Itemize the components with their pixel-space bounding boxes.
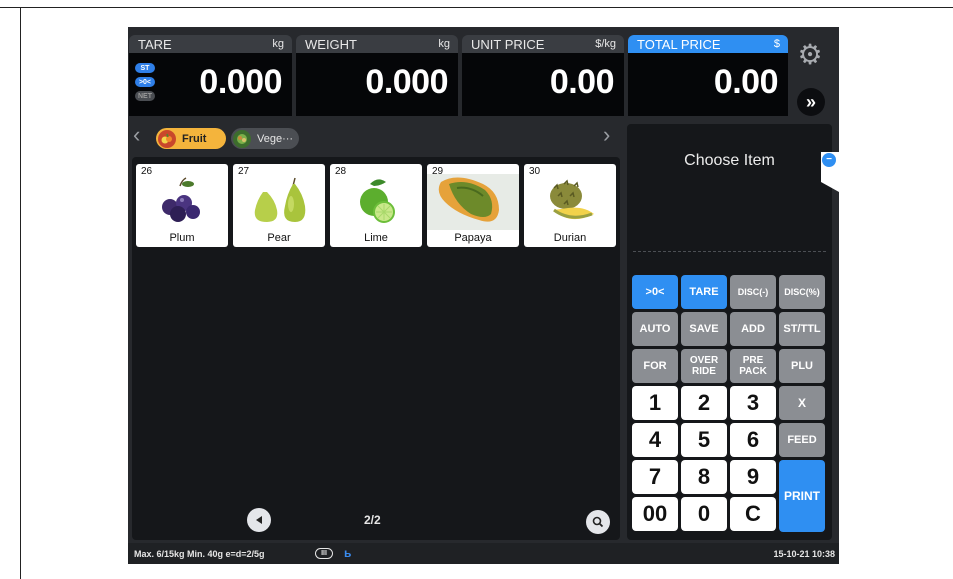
item-card-pear[interactable]: 27 Pear: [233, 164, 325, 247]
forward-button[interactable]: »: [797, 88, 825, 116]
digit-0-key[interactable]: 0: [681, 497, 727, 531]
item-card-papaya[interactable]: 29 Papaya: [427, 164, 519, 247]
item-name: Papaya: [454, 232, 492, 244]
item-name: Plum: [169, 232, 195, 244]
digit-7-key[interactable]: 7: [632, 460, 678, 494]
category-tab-fruit[interactable]: Fruit: [156, 128, 226, 149]
total-price-display: TOTAL PRICE $ 0.00: [628, 35, 788, 116]
prepack-key-line2: PACK: [739, 366, 767, 377]
item-name: Lime: [364, 232, 388, 244]
network-icon: ь: [344, 546, 352, 560]
gear-icon[interactable]: ⚙: [796, 41, 824, 69]
item-card-lime[interactable]: 28 Lime: [330, 164, 422, 247]
net-indicator: NET: [135, 91, 155, 101]
pear-image: [254, 177, 306, 222]
category-tab-vegetable[interactable]: Vege···: [231, 128, 299, 149]
item-card-plum[interactable]: 26 Plum: [136, 164, 228, 247]
item-grid: 26 Plum 27 Pear 28 Lime 29 Papaya 30 Dur…: [132, 157, 620, 540]
category-prev-arrow[interactable]: ‹: [133, 123, 140, 147]
override-key-line2: RIDE: [692, 366, 716, 377]
digit-4-key[interactable]: 4: [632, 423, 678, 457]
vegetable-icon: [233, 129, 251, 148]
papaya-image: [427, 174, 519, 230]
frame-top-border: [0, 7, 953, 8]
digit-9-key[interactable]: 9: [730, 460, 776, 494]
tare-unit: kg: [272, 38, 284, 50]
search-button[interactable]: [586, 510, 610, 534]
unit-price-value: 0.00: [549, 63, 615, 101]
plu-key[interactable]: PLU: [779, 349, 825, 383]
zero-indicator: >0<: [135, 77, 155, 87]
panel-divider: [633, 251, 826, 252]
page-prev-button[interactable]: [247, 508, 271, 532]
digit-2-key[interactable]: 2: [681, 386, 727, 420]
datetime: 15-10-21 10:38: [773, 549, 835, 559]
tare-label: TARE: [138, 36, 172, 52]
weight-value: 0.000: [365, 63, 448, 101]
digit-1-key[interactable]: 1: [632, 386, 678, 420]
override-key-line1: OVER: [689, 355, 719, 366]
unit-price-unit: $/kg: [595, 38, 616, 50]
override-key[interactable]: OVER RIDE: [681, 349, 727, 383]
weight-label: WEIGHT: [305, 36, 357, 52]
stable-indicator: ST: [135, 63, 155, 73]
plum-image: [162, 177, 200, 222]
fruit-icon: [158, 129, 176, 148]
category-label-fruit: Fruit: [182, 132, 207, 145]
digit-3-key[interactable]: 3: [730, 386, 776, 420]
prepack-key[interactable]: PRE PACK: [730, 349, 776, 383]
minus-icon[interactable]: −: [822, 153, 836, 167]
choose-item-label: Choose Item: [684, 152, 775, 169]
clear-key[interactable]: C: [730, 497, 776, 531]
durian-image: [550, 179, 594, 220]
total-price-label: TOTAL PRICE: [637, 36, 721, 52]
multiply-key[interactable]: X: [779, 386, 825, 420]
digit-8-key[interactable]: 8: [681, 460, 727, 494]
category-label-vegetable: Vege···: [257, 132, 294, 145]
item-name: Pear: [267, 232, 291, 244]
weight-display: WEIGHT kg 0.000: [296, 35, 458, 116]
tare-display: TARE kg ST >0< NET 0.000: [129, 35, 292, 116]
scale-screen: TARE kg ST >0< NET 0.000 WEIGHT kg 0.000 U…: [128, 27, 839, 564]
auto-key[interactable]: AUTO: [632, 312, 678, 346]
tare-key[interactable]: TARE: [681, 275, 727, 309]
frame-left-border: [20, 7, 21, 579]
capacity-spec: Max. 6/15kg Min. 40g e=d=2/5g: [134, 549, 265, 559]
save-key[interactable]: SAVE: [681, 312, 727, 346]
prepack-key-line1: PRE: [742, 355, 764, 366]
subtotal-key[interactable]: ST/TTL: [779, 312, 825, 346]
search-icon: [592, 516, 604, 528]
item-card-durian[interactable]: 30 Durian: [524, 164, 616, 247]
zero-key[interactable]: >0<: [632, 275, 678, 309]
feed-key[interactable]: FEED: [779, 423, 825, 457]
total-price-value: 0.00: [713, 63, 779, 101]
weight-unit: kg: [438, 38, 450, 50]
unit-price-label: UNIT PRICE: [471, 36, 545, 52]
status-bar: Max. 6/15kg Min. 40g e=d=2/5g III ь 15-1…: [128, 543, 839, 564]
digit-6-key[interactable]: 6: [730, 423, 776, 457]
discount-minus-key[interactable]: DISC(-): [730, 275, 776, 309]
unit-price-display: UNIT PRICE $/kg 0.00: [462, 35, 624, 116]
total-price-unit: $: [773, 38, 780, 50]
for-key[interactable]: FOR: [632, 349, 678, 383]
tare-value: 0.000: [199, 63, 282, 101]
digit-5-key[interactable]: 5: [681, 423, 727, 457]
item-name: Durian: [553, 232, 587, 244]
add-key[interactable]: ADD: [730, 312, 776, 346]
double-zero-key[interactable]: 00: [632, 497, 678, 531]
category-next-arrow[interactable]: ›: [603, 123, 610, 147]
accuracy-class-badge: III: [315, 548, 333, 559]
lime-image: [360, 179, 395, 223]
print-key[interactable]: PRINT: [779, 460, 825, 532]
triangle-left-icon: [256, 516, 262, 524]
discount-percent-key[interactable]: DISC(%): [779, 275, 825, 309]
page-indicator: 2/2: [364, 513, 381, 527]
